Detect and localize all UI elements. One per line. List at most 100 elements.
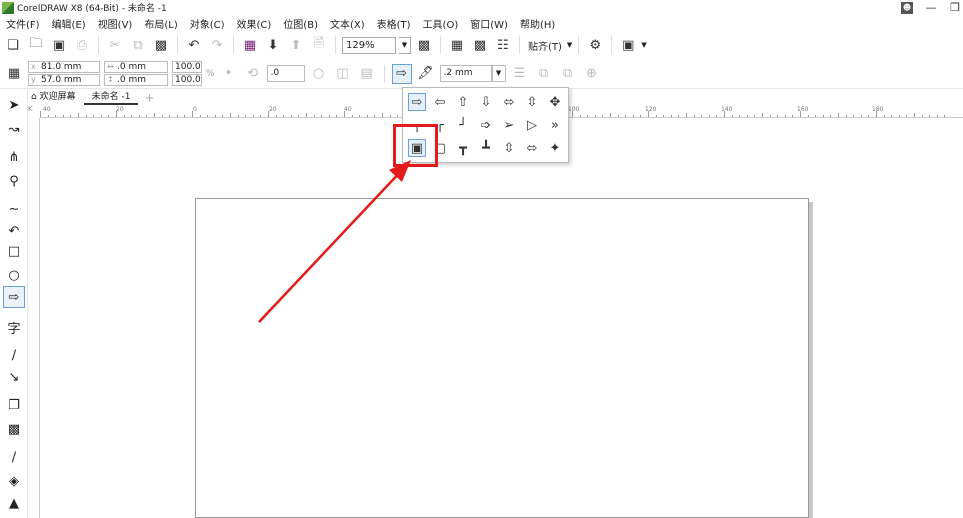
width-input[interactable]: ↔ .0 mm	[104, 61, 168, 73]
menu-layout[interactable]: 布局(L)	[138, 16, 183, 31]
snap-to-button[interactable]: 贴齐(T)	[526, 38, 564, 53]
drop-shadow-tool-icon[interactable]: ❐	[3, 394, 25, 416]
menu-object[interactable]: 对象(C)	[184, 16, 231, 31]
arrow-four-way-outline-icon[interactable]: ✥	[546, 93, 564, 111]
mirror-vertical-icon[interactable]: ▤	[357, 64, 377, 84]
arrow-right-outline-icon[interactable]: ⇨	[408, 93, 426, 111]
scale-x-input[interactable]: 100.0	[172, 61, 202, 73]
lock-ratio-icon[interactable]: •	[219, 64, 239, 84]
show-grid-icon[interactable]: ▩	[470, 35, 490, 55]
export-icon[interactable]: ⬆	[286, 35, 306, 55]
rotation-angle-input[interactable]: .0	[266, 65, 305, 82]
cut-icon[interactable]: ✂	[105, 35, 125, 55]
tab-welcome-screen[interactable]: ⌂ 欢迎屏幕	[28, 90, 84, 105]
document-page[interactable]	[195, 198, 809, 518]
pick-tool-icon[interactable]: ➤	[3, 94, 25, 116]
paste-icon[interactable]: ▩	[151, 35, 171, 55]
menu-help[interactable]: 帮助(H)	[514, 16, 561, 31]
menu-view[interactable]: 视图(V)	[92, 16, 139, 31]
user-account-icon[interactable]: ☻	[901, 1, 913, 14]
arrow-up-outline-icon[interactable]: ⇧	[454, 93, 472, 111]
object-origin-icon[interactable]: ▦	[4, 64, 24, 84]
menu-effects[interactable]: 效果(C)	[231, 16, 278, 31]
artistic-media-tool-icon[interactable]: ↶	[3, 220, 25, 242]
arrow-right-notched-icon[interactable]: ➩	[477, 116, 495, 134]
ruler-tick	[708, 115, 710, 117]
menu-bitmap[interactable]: 位图(B)	[277, 16, 324, 31]
menu-tools[interactable]: 工具(O)	[417, 16, 465, 31]
callout-arrow-four-way-icon[interactable]: ✦	[546, 139, 564, 157]
text-tool-icon[interactable]: 字	[3, 316, 25, 338]
menu-edit[interactable]: 编辑(E)	[46, 16, 92, 31]
callout-arrow-up-down-icon[interactable]: ⇳	[500, 139, 518, 157]
transparency-tool-icon[interactable]: ▩	[3, 418, 25, 440]
zoom-tool-icon[interactable]: ⚲	[3, 170, 25, 192]
smart-fill-tool-icon[interactable]: ▲	[3, 492, 25, 514]
print-icon[interactable]: ⎙	[72, 35, 92, 55]
search-content-icon[interactable]: ▦	[240, 35, 260, 55]
ellipse-tool-icon[interactable]: ○	[3, 264, 25, 286]
callout-arrow-up-icon[interactable]: ┳	[454, 139, 472, 157]
elbow-up-right-icon[interactable]: ┘	[454, 116, 472, 134]
redo-icon[interactable]: ↷	[207, 35, 227, 55]
zoom-dropdown-arrow-icon[interactable]: ▼	[399, 36, 411, 54]
callout-arrow-left-right-icon[interactable]: ⬄	[523, 139, 541, 157]
arrow-up-down-outline-icon[interactable]: ⇳	[523, 93, 541, 111]
arrow-down-outline-icon[interactable]: ⇩	[477, 93, 495, 111]
launcher-dropdown-arrow-icon[interactable]: ▼	[641, 41, 646, 49]
chevron-double-right-icon[interactable]: »	[546, 116, 564, 134]
restore-button[interactable]: ❐	[949, 2, 961, 14]
menu-text[interactable]: 文本(X)	[324, 16, 371, 31]
show-guidelines-icon[interactable]: ☷	[493, 35, 513, 55]
snap-dropdown-arrow-icon[interactable]: ▼	[567, 41, 572, 49]
options-gear-icon[interactable]: ⚙	[585, 35, 605, 55]
to-front-icon[interactable]: ⧉	[534, 64, 554, 84]
show-rulers-icon[interactable]: ▦	[447, 35, 467, 55]
to-back-icon[interactable]: ⧉	[558, 64, 578, 84]
add-tab-button[interactable]: +	[138, 91, 160, 105]
publish-pdf-icon[interactable]: 🗎	[309, 35, 329, 55]
new-document-icon[interactable]: ❏	[3, 35, 23, 55]
x-position-input[interactable]: x 81.0 mm	[28, 61, 100, 73]
mirror-horizontal-icon[interactable]: ◫	[333, 64, 353, 84]
interactive-fill-tool-icon[interactable]: ◈	[3, 470, 25, 492]
tab-document[interactable]: 未命名 -1	[83, 90, 139, 105]
ruler-tick	[78, 113, 79, 117]
ruler-tick	[929, 115, 931, 117]
crop-tool-icon[interactable]: ⋔	[3, 146, 25, 168]
zoom-level-input[interactable]: 129%	[342, 36, 396, 54]
height-input[interactable]: ↕ .0 mm	[104, 74, 168, 86]
quick-customize-icon[interactable]: ⊕	[582, 64, 602, 84]
arrow-left-outline-icon[interactable]: ⇦	[431, 93, 449, 111]
application-launcher-icon[interactable]: ▣	[618, 35, 638, 55]
scale-y-input[interactable]: 100.0	[172, 74, 202, 86]
minimize-button[interactable]: —	[925, 2, 937, 14]
menu-table[interactable]: 表格(T)	[371, 16, 417, 31]
freehand-tool-icon[interactable]: ∼	[3, 198, 25, 220]
parallel-dimension-tool-icon[interactable]: ∕	[3, 344, 25, 366]
rectangle-tool-icon[interactable]: □	[3, 240, 25, 262]
arrow-shapes-picker-icon[interactable]: ⇨	[391, 63, 412, 84]
save-icon[interactable]: ▣	[49, 35, 69, 55]
triangle-right-icon[interactable]: ▷	[523, 116, 541, 134]
arrow-left-right-outline-icon[interactable]: ⬄	[500, 93, 518, 111]
text-wrap-icon[interactable]: ☰	[510, 64, 530, 84]
menu-window[interactable]: 窗口(W)	[464, 16, 514, 31]
full-screen-icon[interactable]: ▩	[414, 35, 434, 55]
vertical-ruler[interactable]	[28, 118, 40, 518]
y-position-input[interactable]: y 57.0 mm	[28, 74, 100, 86]
basic-shapes-tool-icon[interactable]: ⇨	[3, 286, 25, 308]
callout-arrow-down-icon[interactable]: ┻	[477, 139, 495, 157]
open-folder-icon[interactable]: 🗀	[26, 35, 46, 55]
outline-width-input[interactable]: .2 mm	[439, 65, 492, 82]
menu-file[interactable]: 文件(F)	[0, 16, 46, 31]
ruler-corner[interactable]: K	[28, 105, 40, 118]
import-icon[interactable]: ⬇	[263, 35, 283, 55]
arrow-right-pentagon-icon[interactable]: ➢	[500, 116, 518, 134]
outline-width-dropdown-icon[interactable]: ▼	[491, 65, 506, 82]
copy-icon[interactable]: ⧉	[128, 35, 148, 55]
undo-icon[interactable]: ↶	[184, 35, 204, 55]
shape-tool-icon[interactable]: ↝	[3, 118, 25, 140]
connector-tool-icon[interactable]: ↘	[3, 366, 25, 388]
eyedropper-tool-icon[interactable]: ∕	[3, 446, 25, 468]
